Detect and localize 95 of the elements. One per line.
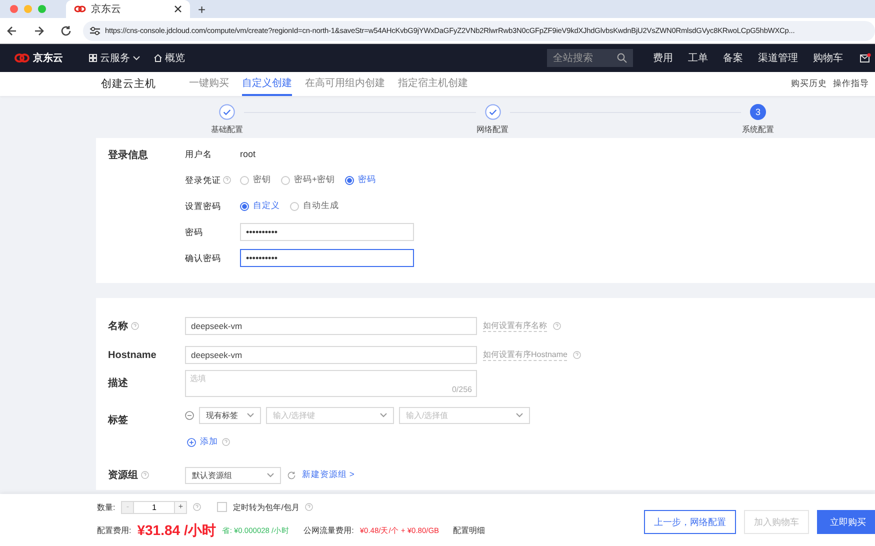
close-light[interactable] [10, 5, 18, 13]
username-value: root [240, 148, 256, 160]
logo-icon [74, 5, 86, 13]
cost-label: 配置费用: [97, 525, 132, 536]
help-icon[interactable] [131, 322, 139, 330]
radio-circle[interactable] [281, 176, 290, 184]
radio-option[interactable]: 密码 [344, 174, 376, 186]
chevron-down-icon [516, 413, 523, 418]
reload-icon[interactable] [60, 24, 72, 36]
text-field[interactable]: deepseek-vm [185, 346, 477, 364]
text-field[interactable]: deepseek-vm [185, 316, 477, 335]
step-number: 3 [750, 104, 766, 120]
password-field[interactable]: •••••••••• [240, 223, 414, 241]
help-icon[interactable] [141, 471, 149, 480]
site-settings-icon[interactable] [89, 26, 101, 36]
password-field[interactable]: •••••••••• [240, 249, 414, 267]
radio-option[interactable]: 密码+密钥 [281, 174, 335, 186]
radio-option[interactable]: 自定义 [240, 200, 280, 212]
nav-link[interactable]: 费用 [653, 51, 673, 65]
character-counter: 0/256 [452, 385, 472, 394]
select-field[interactable]: 默认资源组 [185, 466, 281, 484]
section-title: 登录信息 [108, 148, 149, 160]
increment-button[interactable]: + [174, 500, 188, 514]
search-icon[interactable] [617, 53, 627, 63]
new-tab-button[interactable]: + [198, 2, 206, 16]
nav-link[interactable]: 渠道管理 [758, 51, 798, 65]
help-icon[interactable] [222, 438, 230, 446]
nav-menu-item[interactable]: 概览 [154, 51, 185, 65]
field-label: 密码 [185, 226, 203, 238]
create-mode-tab[interactable]: 一键购买 [189, 72, 229, 96]
add-icon[interactable] [187, 438, 196, 447]
chevron-down-icon [267, 472, 274, 478]
home-icon [154, 54, 162, 62]
radio-circle[interactable] [240, 176, 249, 184]
field-label: 标签 [108, 414, 128, 428]
help-icon[interactable] [573, 351, 582, 360]
nav-link[interactable]: 备案 [723, 51, 743, 65]
grid-icon [89, 54, 97, 62]
chevron-down-icon [380, 413, 387, 418]
details-link[interactable]: 配置明细 [453, 525, 486, 536]
field-label: 设置密码 [185, 200, 221, 212]
add-tag-link[interactable]: 添加 [200, 436, 218, 448]
chevron-down-icon [247, 413, 254, 418]
create-mode-tab[interactable]: 在高可用组内创建 [305, 72, 385, 96]
remove-icon[interactable] [185, 411, 194, 420]
back-icon[interactable] [6, 24, 18, 36]
step-label: 基础配置 [211, 124, 243, 135]
refresh-icon[interactable] [287, 470, 296, 480]
step-label: 网络配置 [476, 124, 508, 135]
field-label: 名称 [108, 320, 128, 333]
nav-menu-item[interactable]: 云服务 [89, 51, 140, 65]
radio-circle[interactable] [240, 202, 249, 210]
action-button[interactable]: 立即购买 [817, 510, 875, 534]
action-button[interactable]: 上一步，网络配置 [644, 510, 736, 534]
radio-option[interactable]: 自动生成 [290, 200, 339, 212]
nav-link[interactable]: 工单 [688, 51, 708, 65]
field-label: 确认密码 [185, 252, 221, 264]
field-label: 描述 [108, 376, 128, 390]
help-icon[interactable] [223, 176, 231, 184]
radio-option[interactable]: 密钥 [240, 174, 271, 186]
checkbox-label[interactable]: 定时转为包年/包月 [233, 502, 300, 512]
field-label: 登录凭证 [185, 174, 221, 186]
page-title: 创建云主机 [101, 77, 156, 92]
nav-link[interactable]: 购物车 [813, 51, 843, 65]
minimize-light[interactable] [24, 5, 32, 13]
mail-icon[interactable] [860, 53, 871, 63]
create-mode-tab[interactable]: 指定宿主机创建 [398, 72, 468, 96]
price: ¥31.84 /小时 [137, 522, 216, 540]
create-link[interactable]: 新建资源组 > [302, 469, 354, 482]
help-icon[interactable] [193, 503, 202, 511]
help-icon[interactable] [553, 322, 561, 330]
logo-text[interactable]: 京东云 [33, 51, 63, 65]
placeholder-text: 选填 [190, 373, 206, 384]
header-link[interactable]: 操作指导 [833, 72, 869, 96]
zoom-light[interactable] [38, 5, 46, 13]
quantity-field[interactable]: 1 [134, 500, 174, 514]
forward-icon[interactable] [33, 24, 45, 36]
field-label: 用户名 [185, 148, 212, 160]
create-mode-tab[interactable]: 自定义创建 [242, 72, 292, 96]
search-field[interactable]: 全站搜索 [547, 49, 633, 67]
checkbox[interactable] [217, 502, 228, 512]
help-icon[interactable] [305, 503, 314, 511]
traffic-label: 公网流量费用: [304, 525, 354, 536]
field-label: Hostname [108, 350, 156, 361]
logo-icon[interactable] [14, 53, 30, 63]
select-field[interactable]: 现有标签 [199, 407, 261, 424]
chevron-down-icon [133, 56, 140, 60]
radio-circle[interactable] [344, 176, 354, 184]
header-link[interactable]: 购买历史 [791, 72, 827, 96]
radio-circle[interactable] [290, 202, 299, 210]
field-label: 资源组 [108, 468, 138, 482]
close-icon[interactable] [174, 5, 182, 13]
browser-tab[interactable]: 京东云 [66, 0, 190, 18]
quantity-label: 数量: [97, 502, 116, 512]
step-label: 系统配置 [742, 124, 774, 135]
